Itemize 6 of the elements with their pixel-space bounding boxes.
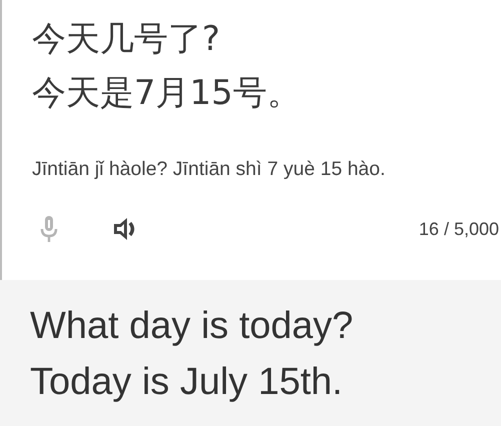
source-text-line: 今天是7月15号。	[32, 72, 301, 115]
source-text-line: 今天几号了?	[32, 18, 220, 61]
translation-text-line: What day is today?	[30, 304, 354, 349]
character-count: 16 / 5,000	[418, 218, 499, 240]
translation-text-line: Today is July 15th.	[30, 360, 343, 405]
romanization-text: Jīntiān jǐ hàole? Jīntiān shì 7 yuè 15 hào.	[32, 158, 386, 181]
